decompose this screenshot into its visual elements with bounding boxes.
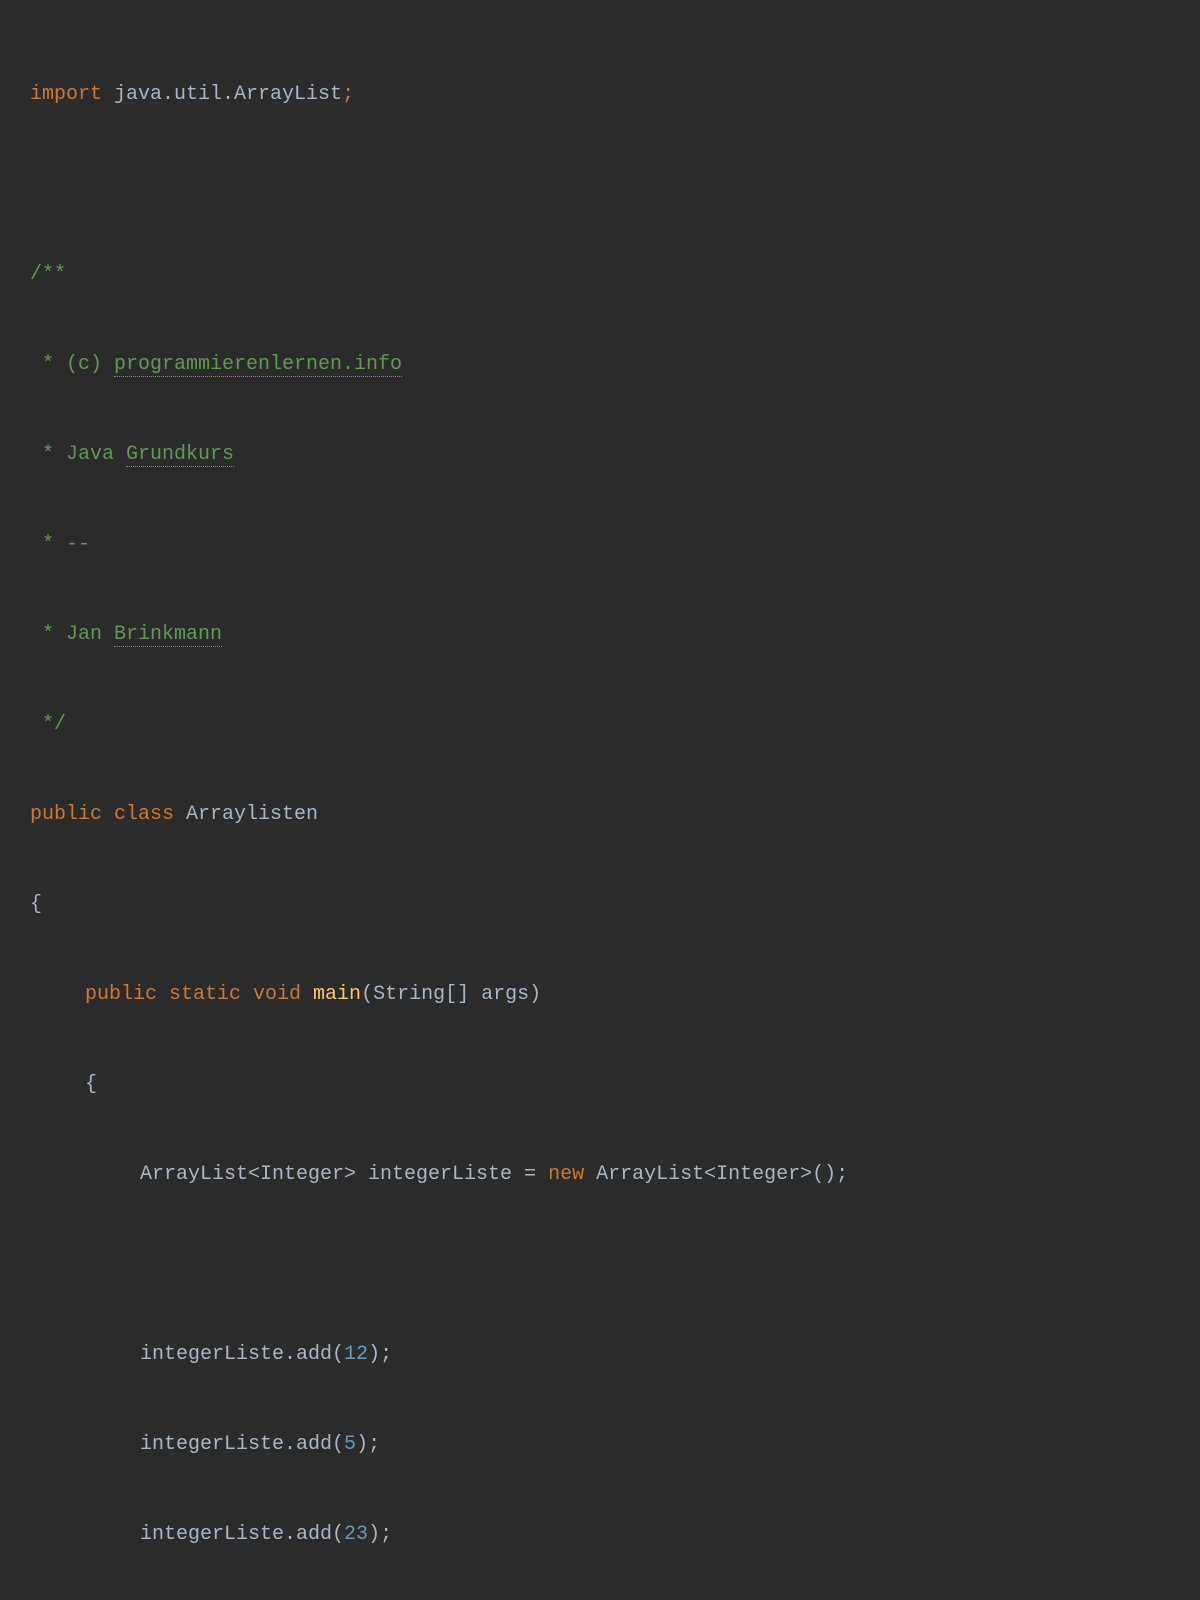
code-line[interactable]: import java.util.ArrayList; <box>30 80 1170 110</box>
brace-open: { <box>85 1073 97 1096</box>
method-call: integerListe.add( <box>140 1523 344 1546</box>
javadoc-line: * (c) <box>30 353 114 376</box>
code-line[interactable]: * (c) programmierenlernen.info <box>30 350 1170 380</box>
code-line[interactable]: /** <box>30 260 1170 290</box>
javadoc-close: */ <box>30 713 66 736</box>
keyword-new: new <box>548 1163 584 1186</box>
import-package: java.util.ArrayList <box>102 83 342 106</box>
code-line[interactable]: { <box>30 1070 1170 1100</box>
method-params: (String[] args) <box>361 983 541 1006</box>
code-editor[interactable]: import java.util.ArrayList; /** * (c) pr… <box>30 20 1170 1600</box>
code-line[interactable]: public static void main(String[] args) <box>30 980 1170 1010</box>
code-line[interactable]: */ <box>30 710 1170 740</box>
method-call: integerListe.add( <box>140 1433 344 1456</box>
method-call: integerListe.add( <box>140 1343 344 1366</box>
javadoc-word: Grundkurs <box>126 443 234 467</box>
class-name: Arraylisten <box>174 803 318 826</box>
javadoc-word: programmierenlernen.info <box>114 353 402 377</box>
code-line[interactable]: { <box>30 890 1170 920</box>
brace-open: { <box>30 893 42 916</box>
code-line[interactable]: * Java Grundkurs <box>30 440 1170 470</box>
code-line[interactable]: * -- <box>30 530 1170 560</box>
code-line[interactable]: * Jan Brinkmann <box>30 620 1170 650</box>
keyword-public: public <box>30 803 102 826</box>
code-line[interactable] <box>30 1250 1170 1280</box>
keyword-void: void <box>241 983 301 1006</box>
code-line[interactable]: integerListe.add(12); <box>30 1340 1170 1370</box>
var-decl: ArrayList<Integer> integerListe = <box>140 1163 548 1186</box>
code-line[interactable] <box>30 170 1170 200</box>
code-line[interactable]: integerListe.add(23); <box>30 1520 1170 1550</box>
code-line[interactable]: integerListe.add(5); <box>30 1430 1170 1460</box>
method-name: main <box>301 983 361 1006</box>
constructor: ArrayList<Integer>(); <box>584 1163 848 1186</box>
close-paren: ); <box>368 1343 392 1366</box>
javadoc-word: Brinkmann <box>114 623 222 647</box>
javadoc-line: * -- <box>30 533 90 556</box>
number-literal: 12 <box>344 1343 368 1366</box>
javadoc-line: * Java <box>30 443 126 466</box>
close-paren: ); <box>356 1433 380 1456</box>
javadoc-line: * Jan <box>30 623 114 646</box>
number-literal: 5 <box>344 1433 356 1456</box>
keyword-import: import <box>30 83 102 106</box>
code-line[interactable]: public class Arraylisten <box>30 800 1170 830</box>
code-line[interactable]: ArrayList<Integer> integerListe = new Ar… <box>30 1160 1170 1190</box>
keyword-public: public <box>85 983 157 1006</box>
number-literal: 23 <box>344 1523 368 1546</box>
javadoc-open: /** <box>30 263 66 286</box>
keyword-static: static <box>157 983 241 1006</box>
semicolon: ; <box>342 83 354 106</box>
keyword-class: class <box>102 803 174 826</box>
close-paren: ); <box>368 1523 392 1546</box>
